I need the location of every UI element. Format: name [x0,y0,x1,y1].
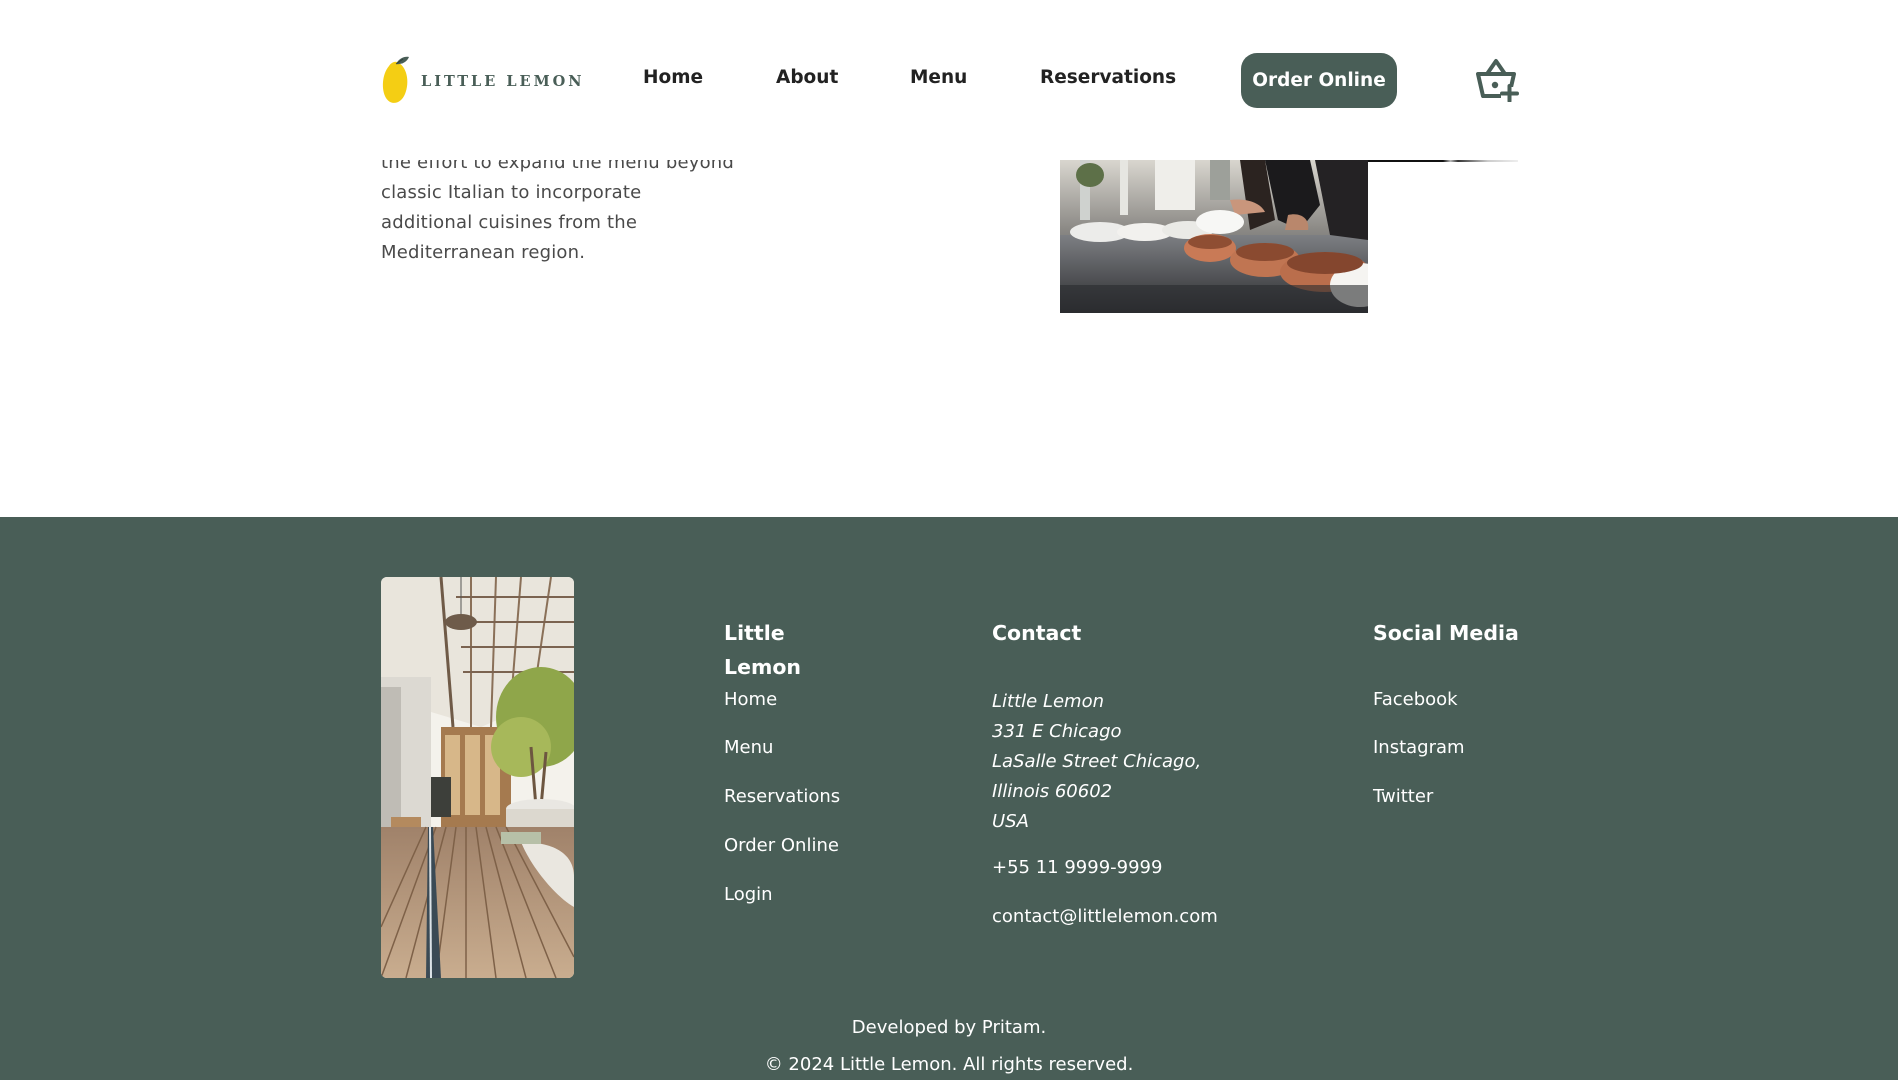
site-header: LITTLE LEMON Home About Menu Reservation… [0,0,1898,160]
address-line: USA [992,811,1029,832]
nav-home[interactable]: Home [643,67,703,88]
footer-col-contact: Contact [992,616,1081,650]
footer-email-link[interactable]: contact@littlelemon.com [992,906,1218,927]
footer-col-title: Lemon [724,655,802,679]
copyright-text: © 2024 Little Lemon. All rights reserved… [764,1054,1134,1075]
address-line: Little Lemon [992,691,1104,712]
nav-menu[interactable]: Menu [910,67,967,88]
logo-text: LITTLE LEMON [421,72,585,90]
about-line: classic Italian to incorporate [381,182,642,203]
footer-col-social: Social Media [1373,616,1519,650]
footer-phone-link[interactable]: +55 11 9999-9999 [992,857,1162,878]
address-line: Illinois 60602 [992,781,1113,802]
footer-link-facebook[interactable]: Facebook [1373,689,1458,710]
footer-address: Little Lemon 331 E Chicago LaSalle Stree… [992,687,1201,837]
address-line: 331 E Chicago [992,721,1122,742]
footer-col-title: Social Media [1373,621,1519,645]
kitchen-photo [1060,160,1368,313]
footer-col-title: Little [724,621,785,645]
nav-about[interactable]: About [776,67,838,88]
about-line: Mediterranean region. [381,242,586,263]
footer-link-login[interactable]: Login [724,884,773,905]
footer-col-title: Contact [992,621,1082,645]
nav-reservations[interactable]: Reservations [1040,67,1176,88]
address-line: LaSalle Street Chicago, [992,751,1202,772]
lemon-logo-icon [382,56,409,103]
basket-plus-icon[interactable] [1472,56,1520,102]
order-online-button[interactable]: Order Online [1241,53,1397,108]
footer-col-little-lemon: Little Lemon [724,616,801,684]
developed-by-text: Developed by Pritam. [851,1017,1047,1038]
footer-link-twitter[interactable]: Twitter [1373,786,1433,807]
about-paragraph: the effort to expand the menu beyond cla… [381,148,751,268]
footer-link-menu[interactable]: Menu [724,737,773,758]
footer-link-order-online[interactable]: Order Online [724,835,839,856]
footer-link-instagram[interactable]: Instagram [1373,737,1465,758]
footer-link-reservations[interactable]: Reservations [724,786,840,807]
site-footer: Little Lemon Home Menu Reservations Orde… [0,517,1898,1080]
about-line: additional cuisines from the [381,212,638,233]
footer-link-home[interactable]: Home [724,689,777,710]
logo-link[interactable]: LITTLE LEMON [381,54,585,106]
restaurant-interior-photo [381,577,574,978]
